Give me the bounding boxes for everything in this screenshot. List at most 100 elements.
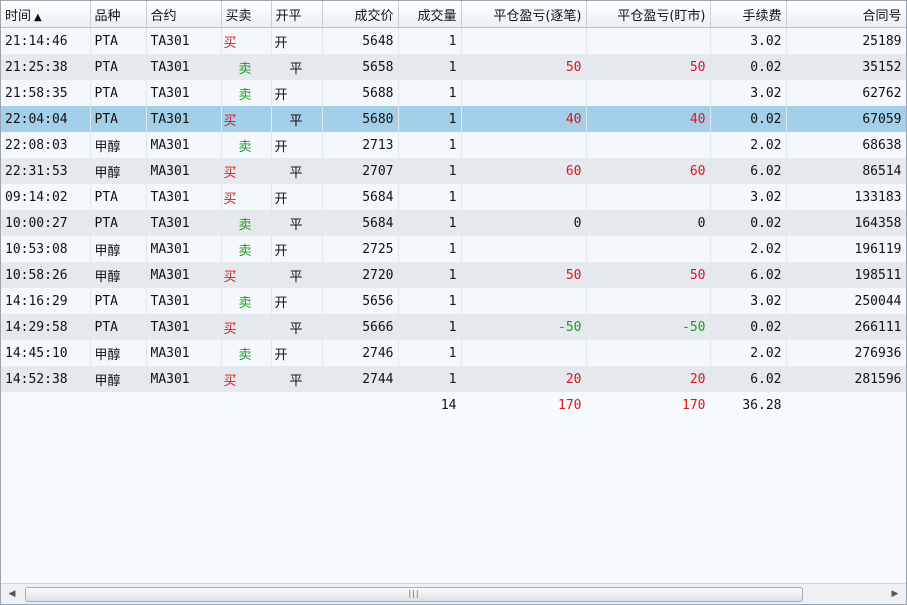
column-header-variety[interactable]: 品种: [90, 1, 147, 28]
table-row[interactable]: 14:29:58 PTA TA301 买平 5666 1 -50 -50 0.02 266111: [1, 314, 906, 340]
cell-variety: PTA: [90, 27, 147, 54]
column-header-pnl-trade[interactable]: 平仓盈亏(逐笔): [461, 1, 587, 28]
cell-fee: 6.02: [710, 366, 787, 392]
cell-direction: 买: [221, 262, 272, 288]
sort-ascending-icon: ▲: [34, 11, 42, 23]
openclose-label: 平: [289, 269, 303, 285]
cell-direction: 买: [221, 366, 272, 392]
cell-pnl-mtm: 50: [586, 54, 711, 80]
cell-direction: 买: [221, 184, 272, 210]
direction-label: 买: [223, 191, 237, 207]
total-pnl-mtm: 170: [682, 397, 706, 413]
direction-label: 买: [223, 269, 237, 285]
cell-volume: 1: [398, 288, 462, 314]
table-row[interactable]: 22:08:03 甲醇 MA301 卖 开 2713 1 2.02 68638: [1, 132, 906, 158]
cell-variety: 甲醇: [90, 158, 147, 184]
cell-openclose: 平: [271, 106, 323, 132]
cell-time: 10:00:27: [1, 210, 91, 236]
cell-pnl-mtm: -50: [586, 314, 711, 340]
cell-volume: 1: [398, 366, 462, 392]
cell-contract-no: 266111: [786, 314, 906, 340]
cell-fee: 2.02: [710, 340, 787, 366]
cell-pnl-mtm: [586, 236, 711, 262]
table-row[interactable]: 14:16:29 PTA TA301 卖 开 5656 1 3.02 250044: [1, 288, 906, 314]
cell-openclose: 平: [271, 158, 323, 184]
cell-price: 2707: [322, 158, 399, 184]
totals-spacer: [1, 392, 398, 418]
cell-pnl-mtm: 50: [586, 262, 711, 288]
cell-time: 21:14:46: [1, 27, 91, 54]
column-header-contract[interactable]: 合约: [146, 1, 222, 28]
cell-openclose: 平: [271, 366, 323, 392]
direction-label: 卖: [238, 61, 252, 77]
cell-contract: MA301: [146, 262, 222, 288]
cell-contract: TA301: [146, 27, 222, 54]
cell-contract-no: 25189: [786, 27, 906, 54]
column-header-time[interactable]: 时间 ▲: [1, 1, 91, 28]
table-row[interactable]: 10:58:26 甲醇 MA301 买平 2720 1 50 50 6.02 198511: [1, 262, 906, 288]
column-header-volume[interactable]: 成交量: [398, 1, 462, 28]
table-row[interactable]: 10:53:08 甲醇 MA301 卖 开 2725 1 2.02 196119: [1, 236, 906, 262]
table-row[interactable]: 09:14:02 PTA TA301 买 开 5684 1 3.02 133183: [1, 184, 906, 210]
column-header-direction[interactable]: 买卖: [221, 1, 272, 28]
cell-volume: 1: [398, 54, 462, 80]
cell-openclose: 平: [271, 54, 323, 80]
horizontal-scrollbar[interactable]: ◀ ||| ▶: [1, 583, 906, 604]
cell-contract: TA301: [146, 288, 222, 314]
scrollbar-thumb[interactable]: |||: [25, 587, 803, 602]
column-header-fee[interactable]: 手续费: [710, 1, 787, 28]
cell-time: 10:53:08: [1, 236, 91, 262]
cell-direction: 买: [221, 314, 272, 340]
cell-variety: 甲醇: [90, 262, 147, 288]
table-row[interactable]: 10:00:27 PTA TA301 卖平 5684 1 0 0 0.02 164358: [1, 210, 906, 236]
cell-openclose: 开: [271, 288, 323, 314]
table-row[interactable]: 14:45:10 甲醇 MA301 卖 开 2746 1 2.02 276936: [1, 340, 906, 366]
direction-label: 卖: [238, 243, 252, 259]
cell-time: 10:58:26: [1, 262, 91, 288]
scroll-right-arrow-icon[interactable]: ▶: [887, 586, 903, 602]
cell-price: 5684: [322, 210, 399, 236]
cell-volume: 1: [398, 340, 462, 366]
cell-volume: 1: [398, 210, 462, 236]
column-header-pnl-mtm[interactable]: 平仓盈亏(盯市): [586, 1, 711, 28]
scroll-left-arrow-icon[interactable]: ◀: [4, 586, 20, 602]
column-header-price[interactable]: 成交价: [322, 1, 399, 28]
direction-label: 买: [223, 165, 237, 181]
cell-time: 22:04:04: [1, 106, 91, 132]
header-row: 时间 ▲ 品种 合约 买卖 开平 成交价 成交量 平仓盈亏(逐笔) 平仓盈亏(盯市…: [1, 1, 906, 28]
cell-variety: PTA: [90, 80, 147, 106]
openclose-label: 开: [274, 35, 288, 51]
direction-label: 买: [223, 373, 237, 389]
cell-variety: PTA: [90, 210, 147, 236]
cell-price: 5688: [322, 80, 399, 106]
column-header-openclose[interactable]: 开平: [271, 1, 323, 28]
cell-contract: MA301: [146, 366, 222, 392]
cell-contract-no: 164358: [786, 210, 906, 236]
cell-pnl-trade: [461, 80, 587, 106]
table-row[interactable]: 21:58:35 PTA TA301 卖 开 5688 1 3.02 62762: [1, 80, 906, 106]
table-row[interactable]: 14:52:38 甲醇 MA301 买平 2744 1 20 20 6.02 281596: [1, 366, 906, 392]
cell-openclose: 平: [271, 314, 323, 340]
column-header-contract-no[interactable]: 合同号: [786, 1, 906, 28]
table-row[interactable]: 22:04:04 PTA TA301 买平 5680 1 40 40 0.02 67059: [1, 106, 906, 132]
cell-direction: 卖: [221, 80, 272, 106]
cell-fee: 3.02: [710, 288, 787, 314]
total-fee: 36.28: [742, 397, 782, 413]
cell-time: 14:29:58: [1, 314, 91, 340]
cell-volume: 1: [398, 236, 462, 262]
cell-pnl-mtm: 0: [586, 210, 711, 236]
table-row[interactable]: 22:31:53 甲醇 MA301 买平 2707 1 60 60 6.02 86514: [1, 158, 906, 184]
openclose-label: 平: [289, 321, 303, 337]
cell-contract: TA301: [146, 210, 222, 236]
cell-direction: 买: [221, 158, 272, 184]
cell-pnl-trade: 40: [461, 106, 587, 132]
direction-label: 卖: [238, 139, 252, 155]
cell-openclose: 开: [271, 80, 323, 106]
cell-variety: PTA: [90, 288, 147, 314]
table-row[interactable]: 21:25:38 PTA TA301 卖平 5658 1 50 50 0.02 35152: [1, 54, 906, 80]
table-row[interactable]: 21:14:46 PTA TA301 买 开 5648 1 3.02 25189: [1, 27, 906, 54]
cell-pnl-trade: -50: [461, 314, 587, 340]
cell-fee: 2.02: [710, 132, 787, 158]
cell-pnl-trade: 50: [461, 54, 587, 80]
cell-volume: 1: [398, 314, 462, 340]
